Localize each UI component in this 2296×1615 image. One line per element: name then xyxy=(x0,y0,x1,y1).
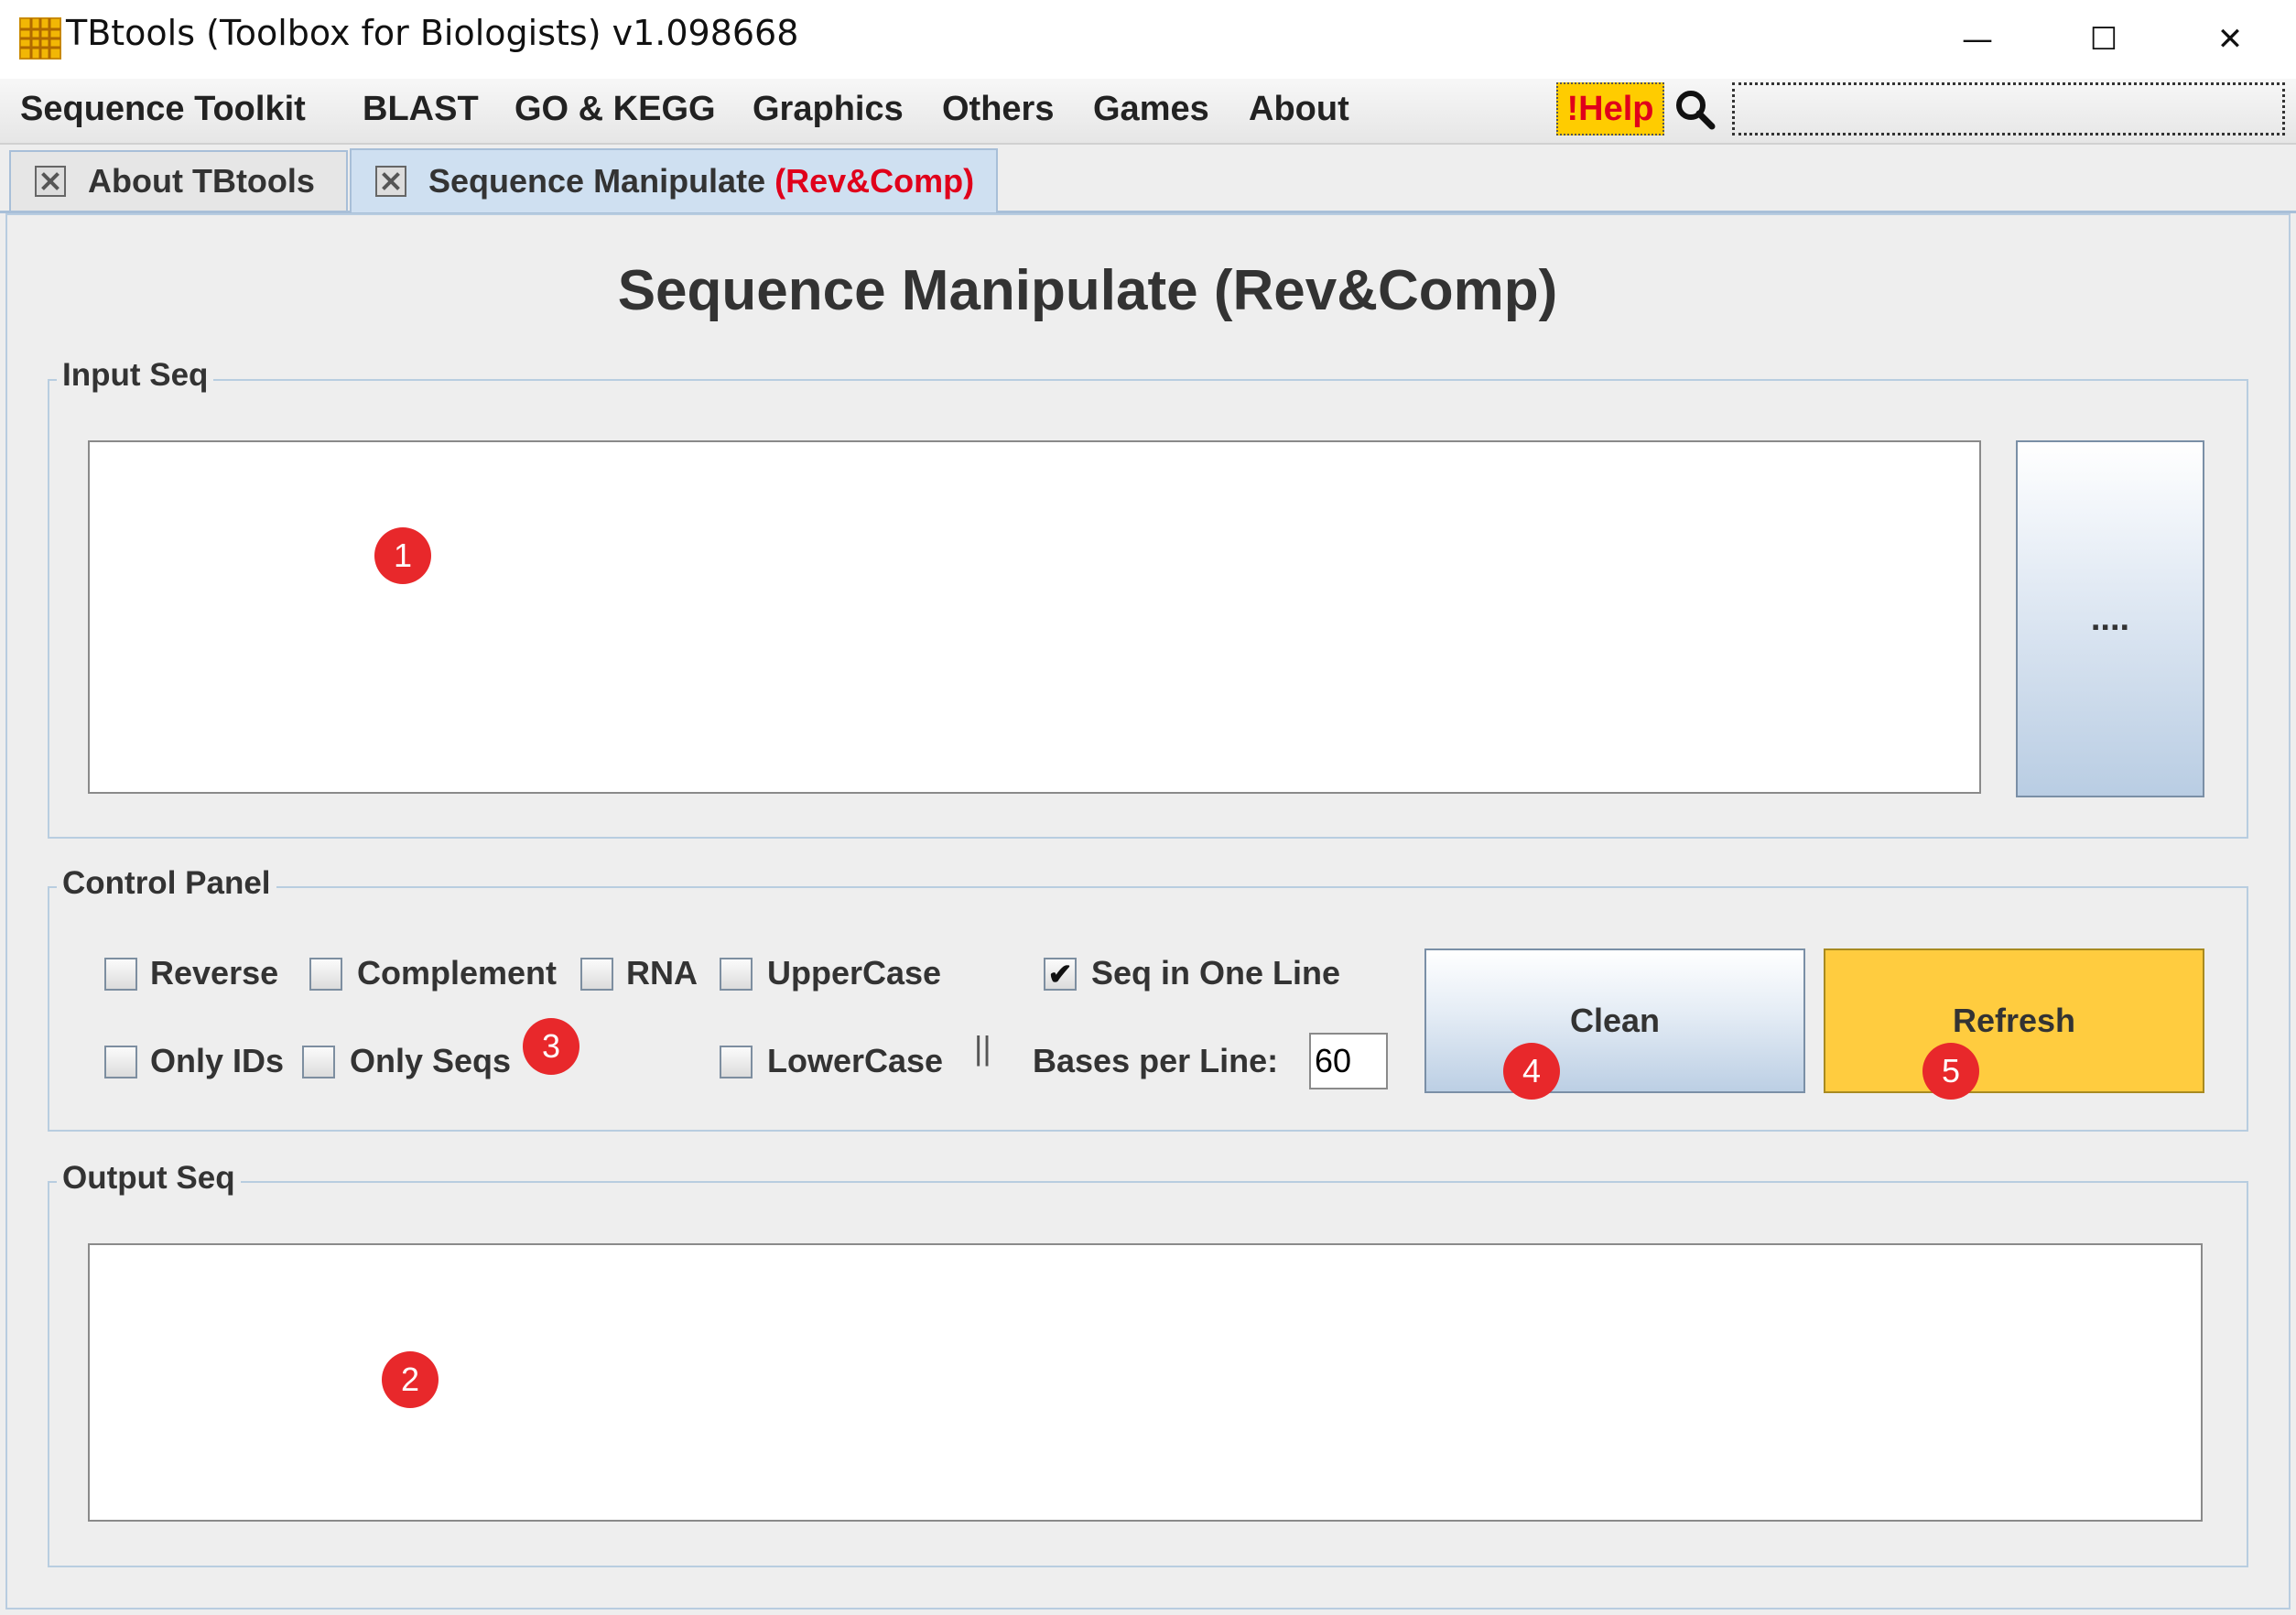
page-title: Sequence Manipulate (Rev&Comp) xyxy=(617,259,1558,322)
menu-about[interactable]: About xyxy=(1249,90,1349,129)
minimize-button[interactable]: — xyxy=(1926,0,2029,79)
bases-per-line-input[interactable] xyxy=(1309,1033,1388,1089)
search-input[interactable] xyxy=(1732,82,2285,135)
tab-label-highlight: (Rev&Comp) xyxy=(774,162,975,200)
only-seqs-checkbox[interactable] xyxy=(302,1046,335,1078)
annotation-badge-1: 1 xyxy=(374,527,431,584)
reverse-checkbox[interactable] xyxy=(104,958,137,991)
menu-sequence-toolkit[interactable]: Sequence Toolkit xyxy=(20,90,306,129)
rna-label[interactable]: RNA xyxy=(626,954,698,992)
separator: || xyxy=(974,1029,991,1067)
bases-per-line-label: Bases per Line: xyxy=(1033,1042,1279,1079)
tab-sequence-manipulate[interactable]: Sequence Manipulate (Rev&Comp) xyxy=(350,148,998,212)
maximize-button[interactable]: ☐ xyxy=(2052,0,2155,79)
annotation-badge-2: 2 xyxy=(382,1351,439,1408)
menu-graphics[interactable]: Graphics xyxy=(753,90,904,129)
help-button[interactable]: !Help xyxy=(1556,82,1664,135)
window-title: TBtools (Toolbox for Biologists) v1.0986… xyxy=(66,13,799,53)
clean-button[interactable]: Clean xyxy=(1424,948,1805,1093)
tbtools-logo-icon xyxy=(19,17,61,60)
rna-checkbox[interactable] xyxy=(580,958,613,991)
control-panel-label: Control Panel xyxy=(57,865,276,902)
input-seq-label: Input Seq xyxy=(57,357,214,394)
reverse-label[interactable]: Reverse xyxy=(150,954,278,992)
seq-in-one-line-label[interactable]: Seq in One Line xyxy=(1091,954,1340,992)
close-window-button[interactable]: ✕ xyxy=(2179,0,2281,79)
menu-others[interactable]: Others xyxy=(942,90,1054,129)
tab-about-tbtools[interactable]: About TBtools xyxy=(9,150,348,211)
annotation-badge-4: 4 xyxy=(1503,1043,1560,1100)
uppercase-label[interactable]: UpperCase xyxy=(767,954,941,992)
menu-go-kegg[interactable]: GO & KEGG xyxy=(514,90,716,129)
complement-label[interactable]: Complement xyxy=(357,954,557,992)
tab-label: Sequence Manipulate xyxy=(428,162,775,200)
tab-label: About TBtools xyxy=(88,162,315,200)
lowercase-checkbox[interactable] xyxy=(720,1046,753,1078)
search-icon[interactable] xyxy=(1673,88,1716,130)
output-seq-label: Output Seq xyxy=(57,1160,241,1197)
tab-close-icon[interactable] xyxy=(35,166,66,197)
only-ids-checkbox[interactable] xyxy=(104,1046,137,1078)
refresh-button[interactable]: Refresh xyxy=(1824,948,2204,1093)
only-seqs-label[interactable]: Only Seqs xyxy=(350,1042,511,1080)
menu-blast[interactable]: BLAST xyxy=(363,90,479,129)
browse-file-button[interactable]: .... xyxy=(2016,440,2204,797)
annotation-badge-3: 3 xyxy=(523,1018,579,1075)
uppercase-checkbox[interactable] xyxy=(720,958,753,991)
input-seq-textarea[interactable] xyxy=(88,440,1981,794)
annotation-badge-5: 5 xyxy=(1922,1043,1979,1100)
only-ids-label[interactable]: Only IDs xyxy=(150,1042,284,1080)
lowercase-label[interactable]: LowerCase xyxy=(767,1042,943,1080)
tab-close-icon[interactable] xyxy=(375,166,406,197)
seq-in-one-line-checkbox[interactable]: ✔ xyxy=(1044,958,1077,991)
complement-checkbox[interactable] xyxy=(309,958,342,991)
checkmark-icon: ✔ xyxy=(1047,958,1073,991)
menu-games[interactable]: Games xyxy=(1093,90,1209,129)
